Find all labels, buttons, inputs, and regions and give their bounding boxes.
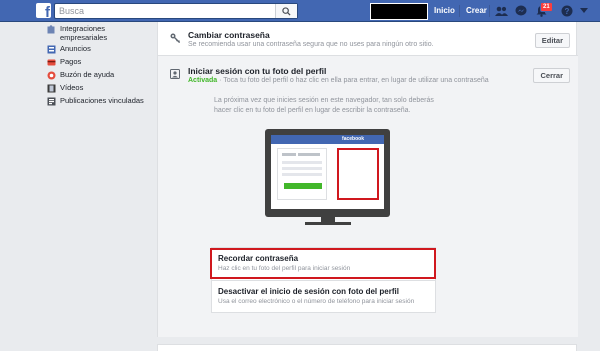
edit-password-button[interactable]: Editar [534, 33, 570, 48]
sidebar-item-label: Publicaciones vinculadas [60, 96, 144, 105]
account-menu-chevron-icon[interactable] [577, 4, 591, 18]
messenger-icon[interactable] [514, 4, 528, 18]
nav-home-link[interactable]: Inicio [434, 6, 455, 15]
change-password-row[interactable]: Cambiar contraseña Se recomienda usar un… [158, 22, 578, 55]
nav-divider [489, 5, 490, 17]
card-icon [46, 57, 56, 67]
sidebar-item-label: Pagos [60, 57, 82, 66]
illustration-form-line [282, 173, 322, 176]
illustration-form-line [298, 153, 320, 156]
ads-icon [46, 44, 56, 54]
close-section-button[interactable]: Cerrar [533, 68, 570, 83]
friend-requests-icon[interactable] [494, 4, 508, 18]
monitor-base [305, 222, 351, 225]
sidebar-item-label: Buzón de ayuda [60, 70, 115, 79]
profile-login-description: Activada · Toca tu foto del perfil o haz… [188, 77, 489, 84]
monitor-illustration: facebook [265, 129, 390, 217]
key-icon [170, 33, 180, 45]
sidebar-item-videos[interactable]: Vídeos [46, 83, 83, 93]
option-title: Desactivar el inicio de sesión con foto … [218, 287, 399, 296]
profile-photo-icon [170, 69, 180, 81]
profile-login-info-text: La próxima vez que inicies sesión en est… [214, 97, 434, 114]
sidebar-item-ads[interactable]: Anuncios [46, 44, 91, 54]
sidebar-item-payments[interactable]: Pagos [46, 57, 81, 67]
sidebar-item-business-integrations[interactable]: Integraciones empresariales [46, 24, 130, 42]
nav-divider [459, 5, 460, 17]
disable-profile-login-option[interactable]: Desactivar el inicio de sesión con foto … [212, 280, 435, 312]
illustration-brand-bar: facebook [271, 135, 384, 144]
option-description: Usa el correo electrónico o el número de… [218, 298, 415, 305]
illustration-form-line [282, 161, 322, 164]
profile-login-title: Iniciar sesión con tu foto del perfil [188, 66, 327, 76]
search-button[interactable] [275, 4, 297, 18]
illustration-form-line [282, 167, 322, 170]
notifications-badge: 21 [540, 2, 553, 12]
sidebar-item-label: Anuncios [60, 44, 91, 53]
search-icon [282, 6, 291, 16]
nav-create-link[interactable]: Crear [466, 6, 487, 15]
option-description: Haz clic en tu foto del perfil para inic… [218, 265, 351, 272]
top-navigation-bar: f Inicio Crear 21 ? [0, 0, 600, 22]
film-icon [46, 83, 56, 93]
svg-text:?: ? [565, 7, 570, 16]
profile-picture-login-section: Iniciar sesión con tu foto del perfil Ac… [158, 55, 578, 337]
illustration-form-line [282, 153, 296, 156]
profile-login-options: Recordar contraseña Haz clic en tu foto … [211, 247, 436, 313]
change-password-description: Se recomienda usar una contraseña segura… [188, 41, 434, 48]
change-password-title: Cambiar contraseña [188, 30, 270, 40]
profile-login-status: Activada [188, 77, 218, 84]
search-input[interactable] [55, 4, 275, 18]
sidebar-item-label: Vídeos [60, 83, 84, 92]
help-icon[interactable]: ? [560, 4, 574, 18]
sidebar-item-label: Integraciones empresariales [60, 24, 108, 42]
option-title: Recordar contraseña [218, 254, 299, 263]
remember-password-option[interactable]: Recordar contraseña Haz clic en tu foto … [212, 248, 435, 280]
next-settings-panel [157, 344, 577, 351]
sidebar-item-support-inbox[interactable]: Buzón de ayuda [46, 70, 114, 80]
illustration-green-button [284, 183, 322, 189]
profile-link[interactable] [370, 3, 428, 20]
profile-login-description-text: · Toca tu foto del perfil o haz clic en … [217, 77, 489, 84]
monitor-screen: facebook [271, 135, 384, 209]
search-box [54, 3, 298, 19]
illustration-login-form [277, 148, 327, 200]
lifebuoy-icon [46, 70, 56, 80]
facebook-logo[interactable]: f [36, 3, 51, 18]
security-settings-panel: Cambiar contraseña Se recomienda usar un… [157, 22, 578, 337]
puzzle-icon [46, 24, 56, 34]
illustration-photo-highlight [337, 148, 379, 200]
linked-posts-icon [46, 96, 56, 106]
sidebar-item-linked-publications[interactable]: Publicaciones vinculadas [46, 96, 144, 106]
